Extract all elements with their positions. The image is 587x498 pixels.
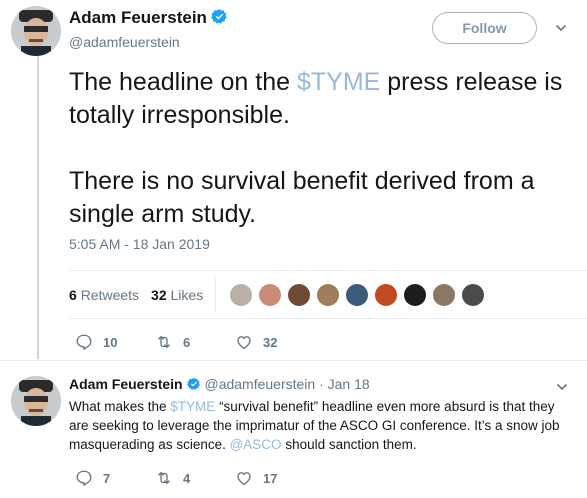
reply-meta[interactable]: @adamfeuerstein · Jan 18 [204,376,369,392]
chevron-down-icon[interactable] [556,381,568,393]
retweet-button[interactable]: 4 [155,469,235,487]
like-icon [237,472,251,486]
likes-label: Likes [170,287,204,303]
reply-header: Adam Feuerstein @adamfeuerstein · Jan 18 [69,376,370,394]
avatar-image [11,376,61,426]
author-avatar[interactable] [11,6,61,56]
divider [69,318,587,319]
stats-separator [215,278,217,312]
reply-author-avatar[interactable] [11,376,61,426]
liker-avatar[interactable] [259,284,282,306]
liker-avatar[interactable] [288,284,311,306]
liker-avatar[interactable] [317,284,340,306]
reply-count: 7 [103,470,111,486]
author-name-row[interactable]: Adam Feuerstein [69,8,228,30]
thread-connector-line [37,54,39,359]
cashtag-link[interactable]: $TYME [170,399,215,414]
retweet-icon [158,472,170,484]
reply-icon [76,470,92,486]
likes-stat[interactable]: 32 Likes [151,287,203,303]
tweet-paragraph-1: The headline on the $TYME press release … [69,66,579,132]
reply-actions: 7 4 17 [75,468,277,488]
liker-avatar[interactable] [230,284,253,306]
tweet-text: The headline on the $TYME press release … [69,66,579,231]
liker-avatar[interactable] [462,284,485,306]
tweet-stats: 6 Retweets 32 Likes [69,278,491,312]
liker-avatar[interactable] [346,284,369,306]
tweet-paragraph-2: There is no survival benefit derived fro… [69,167,535,228]
follow-button[interactable]: Follow [432,12,537,44]
mention-link[interactable]: @ASCO [230,437,282,452]
liker-avatars [230,284,491,306]
retweets-label: Retweets [80,287,140,303]
divider [69,270,587,271]
like-button[interactable]: 32 [235,333,277,351]
like-button[interactable]: 17 [235,469,277,487]
retweet-count: 6 [183,334,191,350]
retweet-icon [158,336,170,348]
reply-button[interactable]: 10 [75,333,155,351]
retweets-stat[interactable]: 6 Retweets [69,287,139,303]
retweet-count: 4 [183,470,191,486]
author-name[interactable]: Adam Feuerstein [69,8,207,27]
tweet-actions: 10 6 32 [75,332,277,352]
like-icon [237,336,251,350]
verified-badge-icon [186,377,201,394]
reply-text-segment: should sanction them. [281,437,417,452]
tweet-timestamp[interactable]: 5:05 AM - 18 Jan 2019 [69,236,210,252]
retweets-count: 6 [69,287,77,303]
reply-tweet[interactable]: Adam Feuerstein @adamfeuerstein · Jan 18… [0,360,587,498]
tweet-text-segment: The headline on the [69,68,297,96]
author-handle[interactable]: @adamfeuerstein [69,34,180,50]
reply-button[interactable]: 7 [75,469,155,487]
reply-author-name[interactable]: Adam Feuerstein [69,376,183,392]
liker-avatar[interactable] [433,284,456,306]
chevron-down-icon[interactable] [555,22,567,34]
likes-count: 32 [151,287,167,303]
retweet-button[interactable]: 6 [155,333,235,351]
liker-avatar[interactable] [404,284,427,306]
reply-icon [76,334,92,350]
like-count: 17 [263,470,278,486]
like-count: 32 [263,334,278,350]
verified-badge-icon [211,8,228,30]
liker-avatar[interactable] [375,284,398,306]
avatar-image [11,6,61,56]
reply-text: What makes the $TYME “survival benefit” … [69,397,577,454]
cashtag-link[interactable]: $TYME [297,68,380,96]
reply-text-segment: What makes the [69,399,171,414]
reply-count: 10 [103,334,118,350]
